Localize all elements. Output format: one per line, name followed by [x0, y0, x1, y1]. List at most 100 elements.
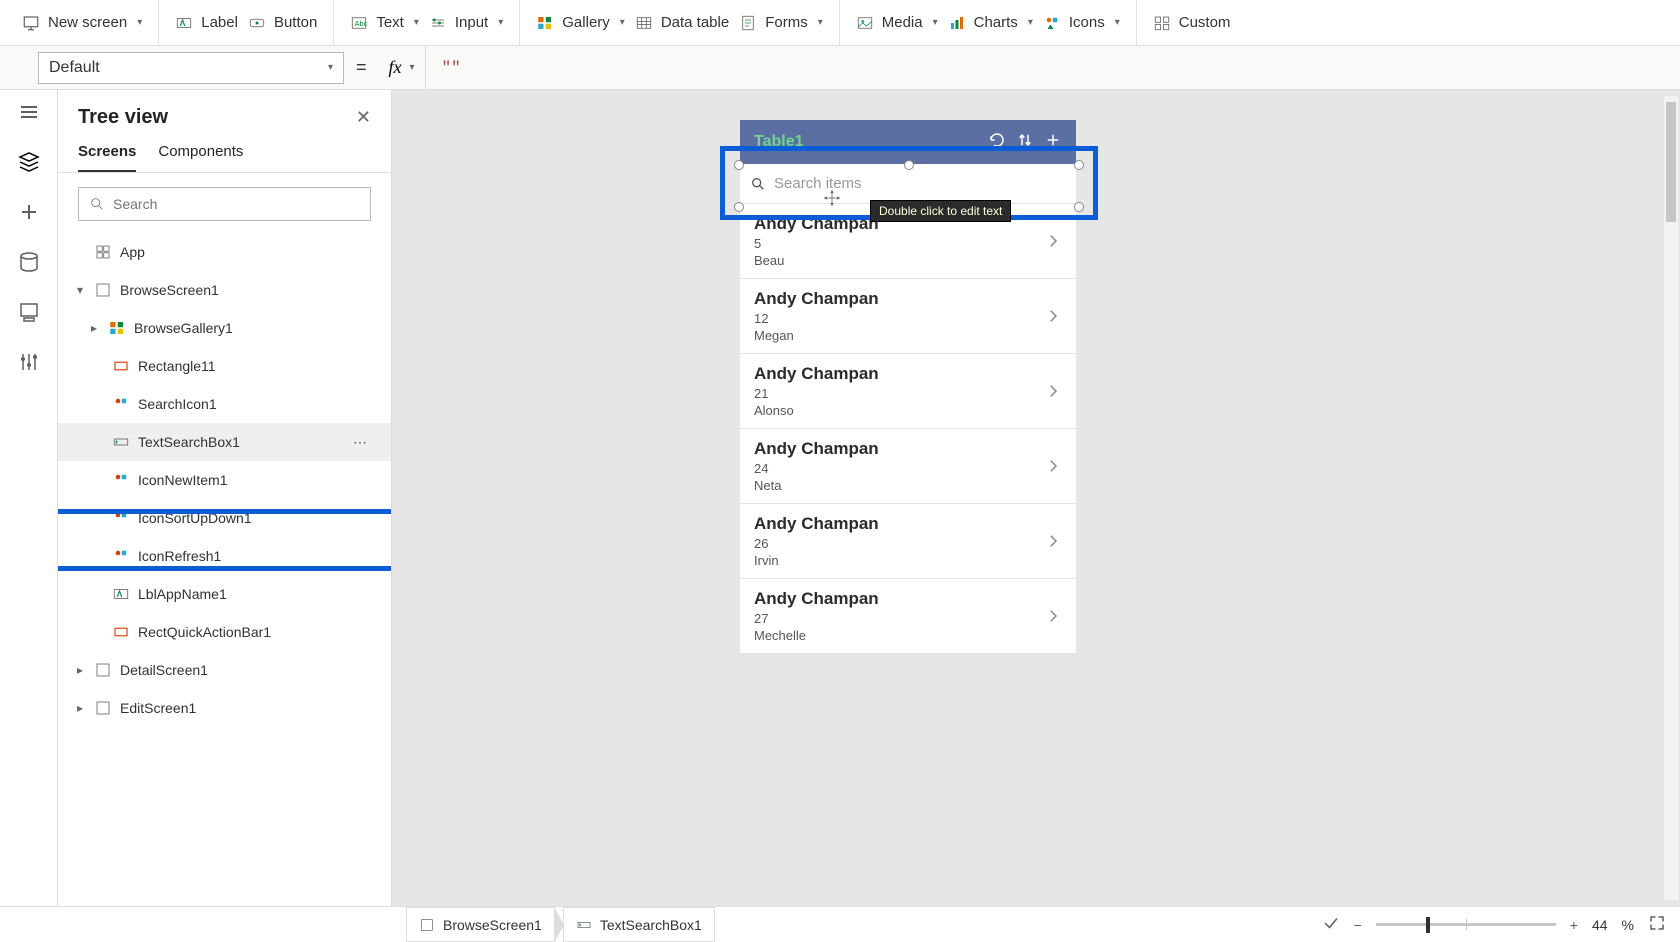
list-item[interactable]: Andy Champan 27 Mechelle — [740, 579, 1076, 654]
row-name: Andy Champan — [754, 514, 879, 534]
row-num: 27 — [754, 611, 879, 626]
custom-button[interactable]: Custom — [1153, 14, 1231, 32]
advanced-tools-button[interactable] — [17, 350, 41, 374]
tree-item-textsearchbox1[interactable]: TextSearchBox1 ⋯ — [58, 423, 391, 461]
input-icon — [429, 14, 447, 32]
row-num: 24 — [754, 461, 879, 476]
row-sub: Beau — [754, 253, 879, 268]
tree-item-iconsortupdown1[interactable]: IconSortUpDown1 — [58, 499, 391, 537]
tree-item-label: DetailScreen1 — [120, 662, 208, 678]
screen-icon — [419, 917, 435, 933]
scrollbar-thumb[interactable] — [1666, 102, 1676, 222]
zoom-slider[interactable] — [1376, 923, 1556, 926]
tree-search-box[interactable] — [78, 187, 371, 221]
tree-item-browsegallery1[interactable]: ▸ BrowseGallery1 — [58, 309, 391, 347]
datatable-button[interactable]: Data table — [635, 14, 729, 32]
tree-item-editscreen1[interactable]: ▸ EditScreen1 — [58, 689, 391, 727]
tree-item-app[interactable]: App — [58, 233, 391, 271]
icons-button[interactable]: Icons ▾ — [1043, 14, 1120, 32]
property-dropdown[interactable]: Default ▾ — [38, 52, 344, 84]
textbox-icon — [576, 917, 592, 933]
chevron-right-icon[interactable]: ▸ — [88, 321, 100, 335]
forms-btn-label: Forms — [765, 14, 808, 31]
tree-item-lblappname1[interactable]: LblAppName1 — [58, 575, 391, 613]
canvas[interactable]: Table1 Andy Champan 5 — [392, 90, 1680, 906]
new-screen-button[interactable]: New screen ▾ — [22, 14, 142, 32]
tree-search-input[interactable] — [113, 196, 360, 212]
chevron-right-icon[interactable]: ▸ — [74, 663, 86, 677]
label-button[interactable]: Label — [175, 14, 238, 32]
rectangle-icon — [112, 357, 130, 375]
tree-item-rectquickactionbar1[interactable]: RectQuickActionBar1 — [58, 613, 391, 651]
list-item[interactable]: Andy Champan 21 Alonso — [740, 354, 1076, 429]
charts-button[interactable]: Charts ▾ — [948, 14, 1033, 32]
tree-view-button[interactable] — [17, 150, 41, 174]
tree-item-searchicon1[interactable]: SearchIcon1 — [58, 385, 391, 423]
fx-button[interactable]: fx ▾ — [379, 46, 426, 89]
input-button[interactable]: Input ▾ — [429, 14, 503, 32]
gallery-button[interactable]: Gallery ▾ — [536, 14, 625, 32]
resize-handle[interactable] — [734, 160, 744, 170]
chevron-right-icon[interactable]: ▸ — [74, 701, 86, 715]
tree-item-label: LblAppName1 — [138, 586, 227, 602]
resize-handle[interactable] — [734, 202, 744, 212]
media-pane-button[interactable] — [17, 300, 41, 324]
search-input[interactable] — [774, 175, 1066, 192]
forms-button[interactable]: Forms ▾ — [739, 14, 823, 32]
formula-bar: Default ▾ = fx ▾ "" — [0, 46, 1680, 90]
tab-components[interactable]: Components — [158, 143, 243, 172]
property-dropdown-value: Default — [49, 59, 100, 77]
zoom-thumb[interactable] — [1426, 917, 1430, 933]
text-button[interactable]: Abc Text ▾ — [350, 14, 419, 32]
button-icon — [248, 14, 266, 32]
list-item[interactable]: Andy Champan 12 Megan — [740, 279, 1076, 354]
checker-icon[interactable] — [1322, 914, 1340, 935]
chevron-down-icon: ▾ — [620, 17, 625, 28]
resize-handle[interactable] — [904, 160, 914, 170]
search-row — [740, 164, 1076, 204]
more-icon[interactable]: ⋯ — [353, 434, 367, 451]
label-icon — [112, 585, 130, 603]
refresh-icon[interactable] — [988, 131, 1006, 154]
list-item[interactable]: Andy Champan 24 Neta — [740, 429, 1076, 504]
insert-button[interactable] — [17, 200, 41, 224]
list-item[interactable]: Andy Champan 26 Irvin — [740, 504, 1076, 579]
button-button[interactable]: Button — [248, 14, 317, 32]
fit-to-window-button[interactable] — [1648, 914, 1666, 935]
search-icon — [89, 196, 105, 212]
tree-item-iconrefresh1[interactable]: IconRefresh1 — [58, 537, 391, 575]
bottom-bar: BrowseScreen1 TextSearchBox1 − + 44 % — [0, 906, 1680, 942]
tab-screens[interactable]: Screens — [78, 143, 136, 172]
resize-handle[interactable] — [1074, 202, 1084, 212]
tree-item-browsescreen1[interactable]: ▾ BrowseScreen1 — [58, 271, 391, 309]
equals-sign: = — [356, 57, 367, 78]
zoom-out-button[interactable]: − — [1354, 917, 1362, 933]
row-name: Andy Champan — [754, 214, 879, 234]
close-icon[interactable]: ✕ — [356, 107, 371, 128]
formula-input[interactable]: "" — [426, 59, 1680, 77]
row-num: 12 — [754, 311, 879, 326]
tree-item-rectangle11[interactable]: Rectangle11 — [58, 347, 391, 385]
chevron-down-icon[interactable]: ▾ — [74, 283, 86, 297]
media-button[interactable]: Media ▾ — [856, 14, 938, 32]
row-num: 5 — [754, 236, 879, 251]
add-icon[interactable] — [1044, 131, 1062, 154]
sort-icon[interactable] — [1016, 131, 1034, 154]
text-btn-label: Text — [376, 14, 404, 31]
data-button[interactable] — [17, 250, 41, 274]
tree-item-detailscreen1[interactable]: ▸ DetailScreen1 — [58, 651, 391, 689]
tree-view-panel: Tree view ✕ Screens Components App ▾ Bro… — [58, 90, 392, 906]
spacer — [74, 245, 86, 259]
row-sub: Neta — [754, 478, 879, 493]
resize-handle[interactable] — [1074, 160, 1084, 170]
hamburger-button[interactable] — [17, 100, 41, 124]
breadcrumb-control[interactable]: TextSearchBox1 — [563, 907, 715, 942]
zoom-in-button[interactable]: + — [1570, 917, 1578, 933]
zoom-percent-sign: % — [1622, 917, 1634, 933]
canvas-scrollbar[interactable] — [1664, 96, 1678, 900]
chevron-right-icon — [1044, 382, 1062, 400]
charts-btn-label: Charts — [974, 14, 1018, 31]
tree-item-iconnewitem1[interactable]: IconNewItem1 — [58, 461, 391, 499]
breadcrumb-screen[interactable]: BrowseScreen1 — [406, 907, 555, 942]
row-name: Andy Champan — [754, 364, 879, 384]
